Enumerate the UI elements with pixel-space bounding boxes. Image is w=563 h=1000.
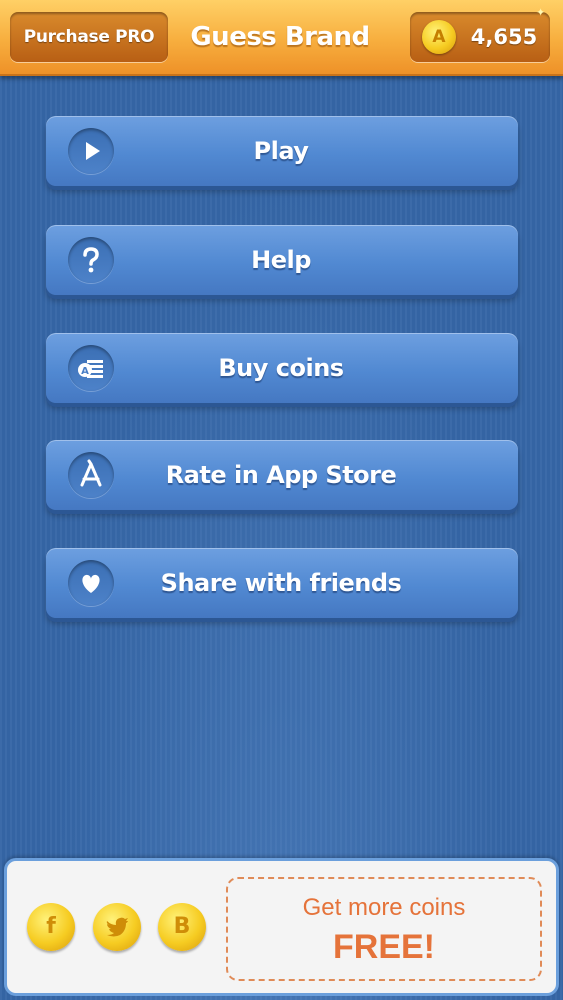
app-title: Guess Brand <box>190 22 370 52</box>
twitter-icon <box>106 917 128 937</box>
rate-app-store-label: Rate in App Store <box>165 461 397 489</box>
rate-app-store-button[interactable]: Rate in App Store <box>46 440 518 510</box>
facebook-icon: f <box>46 914 56 939</box>
app-store-icon <box>68 452 114 498</box>
play-button[interactable]: Play <box>46 116 518 186</box>
twitter-button[interactable] <box>93 903 141 951</box>
buy-coins-label: Buy coins <box>218 354 344 382</box>
coins-stack-icon: A <box>68 345 114 391</box>
play-label: Play <box>253 137 309 165</box>
promo-line-2: FREE! <box>333 928 435 966</box>
share-with-friends-label: Share with friends <box>160 569 402 597</box>
share-with-friends-button[interactable]: Share with friends <box>46 548 518 618</box>
coin-count: 4,655 <box>470 25 538 49</box>
svg-text:A: A <box>81 366 89 377</box>
help-label: Help <box>251 246 311 274</box>
buy-coins-button[interactable]: A Buy coins <box>46 333 518 403</box>
promo-line-1: Get more coins <box>302 894 466 921</box>
coin-balance[interactable]: A 4,655 <box>410 12 550 62</box>
play-icon <box>68 128 114 174</box>
blog-button[interactable]: B <box>158 903 206 951</box>
purchase-pro-button[interactable]: Purchase PRO <box>10 12 168 62</box>
heart-icon <box>68 560 114 606</box>
top-bar: Purchase PRO Guess Brand A 4,655 ✦ <box>0 0 563 76</box>
blog-icon: B <box>173 914 191 939</box>
facebook-button[interactable]: f <box>27 903 75 951</box>
get-free-coins-button[interactable]: Get more coins FREE! <box>226 877 542 981</box>
sparkle-icon: ✦ <box>536 6 546 19</box>
question-icon <box>68 237 114 283</box>
help-button[interactable]: Help <box>46 225 518 295</box>
bottom-panel: f B Get more coins FREE! <box>4 858 559 996</box>
coin-icon: A <box>422 20 456 54</box>
